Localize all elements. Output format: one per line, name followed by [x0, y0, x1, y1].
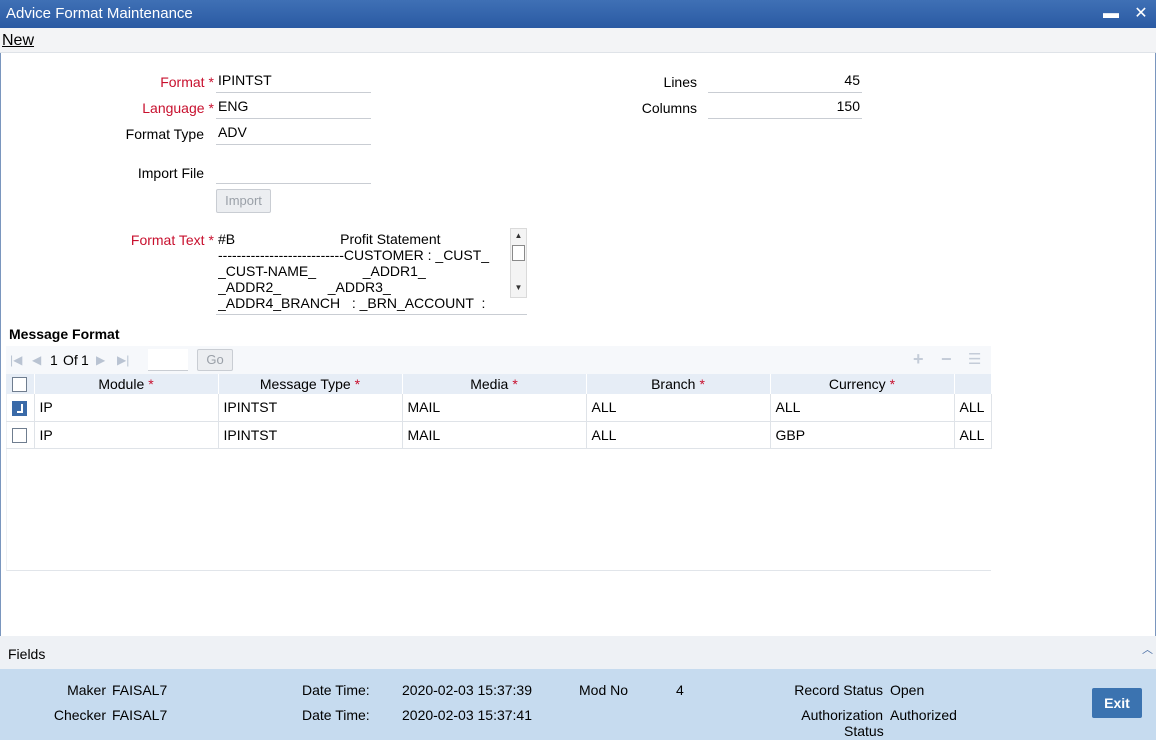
mod-no-value: 4 — [676, 682, 684, 698]
format-text-line: _ADDR2_ _ADDR3_ — [218, 279, 391, 295]
authorization-status-label: Authorization — [801, 707, 883, 723]
scroll-up-icon[interactable]: ▲ — [511, 229, 526, 243]
single-view-icon[interactable]: ☰ — [968, 350, 981, 368]
message-type-cell[interactable]: IPINTST — [218, 394, 403, 422]
table-header-row: Module * Message Type * Media * Branch * Cur… — [6, 374, 992, 394]
authorization-status-value: Authorized — [890, 707, 957, 723]
table-row[interactable]: IP IPINTST MAIL ALL GBP ALL — [6, 421, 992, 449]
format-text-scrollbar[interactable]: ▲ ▼ — [510, 228, 527, 298]
maker-date-value: 2020-02-03 15:37:39 — [402, 682, 532, 698]
module-cell[interactable]: IP — [34, 394, 219, 422]
format-text-area[interactable]: #B Profit Statement --------------------… — [216, 228, 527, 315]
row-checkbox[interactable] — [12, 427, 28, 443]
table-row[interactable]: IP IPINTST MAIL ALL ALL ALL — [6, 394, 992, 422]
checker-value: FAISAL7 — [112, 707, 168, 723]
total-pages: 1 — [81, 352, 89, 368]
format-text-line: ---------------------------CUSTOMER : _C… — [218, 247, 490, 263]
exit-button[interactable]: Exit — [1092, 688, 1142, 718]
module-cell[interactable]: IP — [34, 421, 219, 449]
minimize-icon[interactable]: ▬ — [1101, 4, 1121, 24]
import-file-label: Import File — [137, 165, 204, 181]
format-label: Format * — [160, 74, 214, 90]
checker-date-value: 2020-02-03 15:37:41 — [402, 707, 532, 723]
language-field[interactable]: ENG — [216, 97, 371, 119]
last-page-icon[interactable]: ▶| — [117, 353, 129, 367]
row-select-cell[interactable] — [6, 421, 35, 449]
authorization-status-label-line2: Status — [844, 723, 884, 739]
format-text-line: #B Profit Statement — [218, 231, 441, 247]
maker-label: Maker — [67, 682, 106, 698]
column-header-currency: Currency * — [770, 374, 955, 394]
go-button[interactable]: Go — [197, 349, 233, 371]
chevron-up-icon[interactable]: ︿ — [1142, 641, 1153, 657]
page-of-label: Of — [63, 352, 78, 368]
record-status-value: Open — [890, 682, 925, 698]
branch-cell[interactable]: ALL — [586, 394, 771, 422]
column-header-message-type: Message Type * — [218, 374, 403, 394]
message-format-table: Module * Message Type * Media * Branch * Cur… — [6, 374, 992, 449]
add-row-icon[interactable]: + — [913, 349, 924, 370]
lines-field[interactable]: 45 — [708, 71, 862, 93]
format-field[interactable]: IPINTST — [216, 71, 371, 93]
branch-cell[interactable]: ALL — [586, 421, 771, 449]
format-type-label: Format Type — [125, 126, 204, 142]
extra-cell[interactable]: ALL — [954, 421, 992, 449]
maker-date-label: Date Time: — [302, 682, 370, 698]
frame-border-left — [0, 53, 1, 636]
window-title: Advice Format Maintenance — [6, 5, 193, 22]
new-link[interactable]: New — [2, 32, 34, 50]
fields-label[interactable]: Fields — [8, 646, 45, 662]
checker-label: Checker — [53, 707, 106, 723]
row-checkbox[interactable] — [12, 400, 28, 416]
column-header-branch: Branch * — [586, 374, 771, 394]
import-file-field[interactable] — [216, 162, 371, 184]
delete-row-icon[interactable]: − — [941, 349, 952, 370]
lines-label: Lines — [663, 74, 697, 90]
format-text-label: Format Text * — [130, 232, 214, 248]
column-header-media: Media * — [402, 374, 587, 394]
format-text-line: _CUST-NAME_ _ADDR1_ — [218, 263, 426, 279]
grid-toolbar: |◀ ◀ 1 Of 1 ▶ ▶| Go + − ☰ — [6, 346, 991, 374]
extra-cell[interactable]: ALL — [954, 394, 992, 422]
format-type-field[interactable]: ADV — [216, 123, 371, 145]
currency-cell[interactable]: GBP — [770, 421, 955, 449]
format-text-line: _ADDR4_BRANCH : _BRN_ACCOUNT : — [218, 295, 486, 311]
next-page-icon[interactable]: ▶ — [96, 353, 105, 367]
maker-value: FAISAL7 — [112, 682, 168, 698]
scroll-down-icon[interactable]: ▼ — [511, 281, 526, 295]
import-button[interactable]: Import — [216, 189, 271, 213]
audit-footer — [0, 669, 1156, 740]
menu-bar: New — [0, 28, 1156, 53]
media-cell[interactable]: MAIL — [402, 394, 587, 422]
select-all-checkbox[interactable] — [12, 377, 28, 393]
row-select-cell[interactable] — [6, 394, 35, 422]
currency-cell[interactable]: ALL — [770, 394, 955, 422]
current-page: 1 — [50, 352, 58, 368]
message-format-title: Message Format — [9, 326, 120, 342]
close-icon[interactable]: ✕ — [1131, 4, 1151, 24]
prev-page-icon[interactable]: ◀ — [32, 353, 41, 367]
column-header-extra — [954, 374, 992, 394]
record-status-label: Record Status — [794, 682, 883, 698]
media-cell[interactable]: MAIL — [402, 421, 587, 449]
columns-field[interactable]: 150 — [708, 97, 862, 119]
mod-no-label: Mod No — [579, 682, 629, 698]
checker-date-label: Date Time: — [302, 707, 370, 723]
columns-label: Columns — [641, 100, 697, 116]
column-header-module: Module * — [34, 374, 219, 394]
scroll-thumb[interactable] — [512, 245, 525, 261]
fields-bar[interactable]: Fields ︿ — [0, 636, 1156, 669]
message-type-cell[interactable]: IPINTST — [218, 421, 403, 449]
title-bar: Advice Format Maintenance ▬ ✕ — [0, 0, 1156, 28]
first-page-icon[interactable]: |◀ — [10, 353, 22, 367]
select-all-cell[interactable] — [6, 374, 35, 394]
page-input[interactable] — [148, 349, 188, 371]
language-label: Language * — [142, 100, 214, 116]
